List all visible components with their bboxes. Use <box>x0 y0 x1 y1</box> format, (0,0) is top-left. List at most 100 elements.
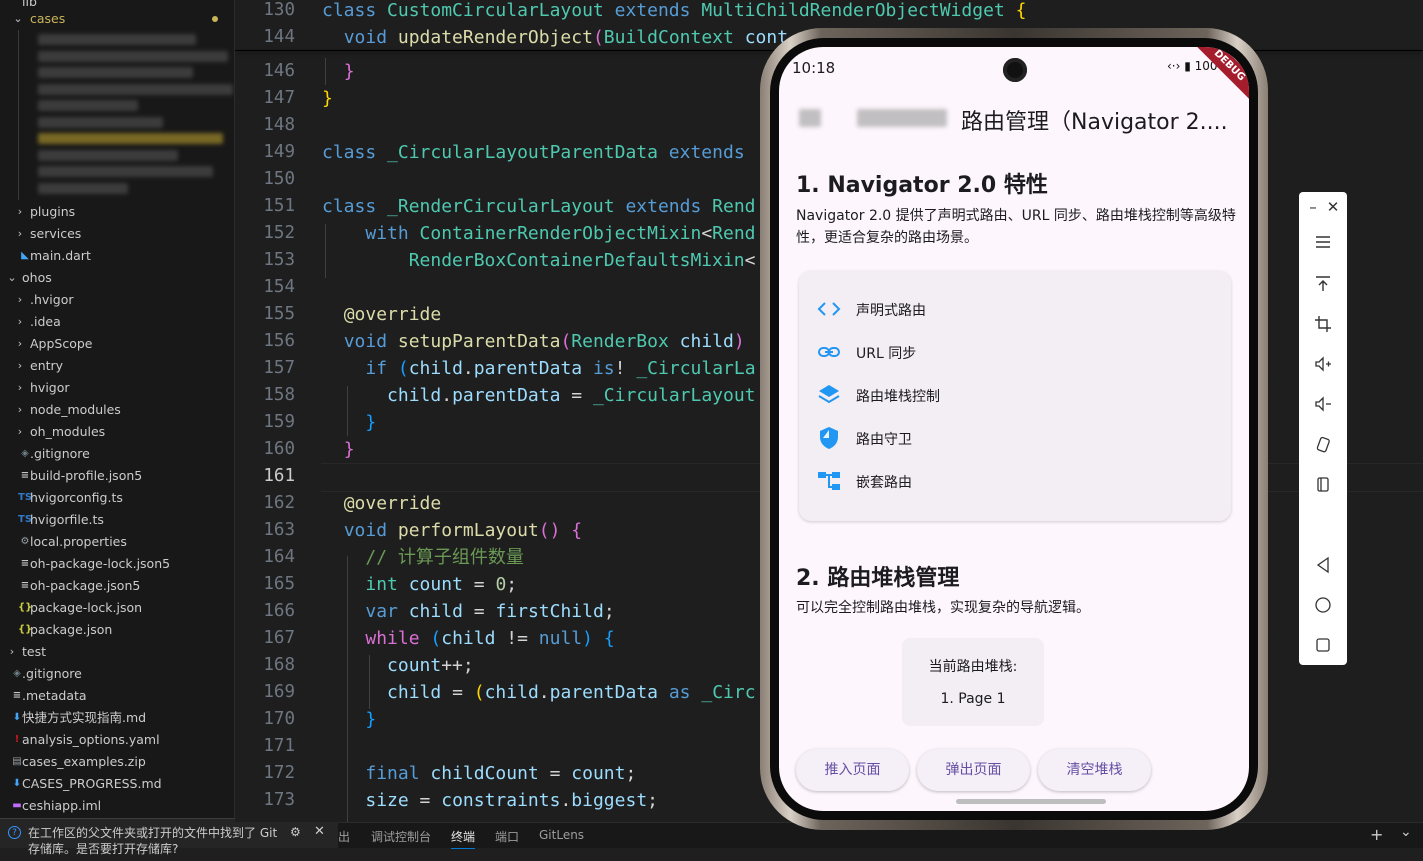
volume-up-icon[interactable] <box>1299 355 1347 373</box>
tree-folder[interactable]: ⌄ cases <box>0 8 234 30</box>
line-number: 171 <box>263 736 295 756</box>
tree-folder[interactable]: › entry <box>0 355 234 377</box>
tab-debug-console[interactable]: 调试控制台 <box>371 828 431 845</box>
code-line[interactable]: RenderBoxContainerDefaultsMixin< <box>322 247 756 274</box>
close-icon[interactable]: ✕ <box>1309 198 1357 216</box>
tree-file[interactable]: TS hvigorfile.ts <box>0 509 234 531</box>
pop-page-button[interactable]: 弹出页面 <box>917 749 1030 791</box>
tree-folder[interactable]: › node_modules <box>0 399 234 421</box>
code-line[interactable]: } <box>322 85 333 112</box>
code-token: biggest <box>571 790 648 811</box>
tree-file[interactable]: {} package.json <box>0 619 234 641</box>
clear-stack-button[interactable]: 清空堆栈 <box>1038 749 1151 791</box>
gear-icon[interactable]: ⚙ <box>290 825 301 839</box>
tab-output[interactable]: 出 <box>338 828 350 845</box>
fold-icon[interactable] <box>1299 475 1347 493</box>
blurred-file-entry <box>38 166 213 177</box>
tree-folder[interactable]: › test <box>0 641 234 663</box>
menu-icon[interactable] <box>1299 234 1347 250</box>
code-line[interactable]: while (child != null) { <box>322 625 614 652</box>
tab-ports[interactable]: 端口 <box>495 828 519 845</box>
code-line[interactable]: void updateRenderObject(BuildContext con… <box>322 24 788 51</box>
code-token: } <box>343 61 355 82</box>
code-line[interactable]: } <box>322 706 376 733</box>
tab-gitlens[interactable]: GitLens <box>539 828 584 842</box>
tree-file[interactable]: TS hvigorconfig.ts <box>0 487 234 509</box>
tree-file[interactable]: ◈ .gitignore <box>0 443 234 465</box>
home-icon[interactable] <box>1299 596 1347 614</box>
chevron-right-icon: › <box>17 425 23 438</box>
crop-icon[interactable] <box>1299 315 1347 333</box>
tree-folder[interactable]: › .idea <box>0 311 234 333</box>
code-line[interactable]: void performLayout() { <box>322 517 582 544</box>
tree-label: node_modules <box>30 402 121 417</box>
tree-folder[interactable]: › AppScope <box>0 333 234 355</box>
tree-folder[interactable]: › hvigor <box>0 377 234 399</box>
code-line[interactable]: @override <box>322 490 442 517</box>
tree-file[interactable]: ⚙ local.properties <box>0 531 234 553</box>
code-line[interactable]: int count = 0; <box>322 571 517 598</box>
code-line[interactable]: if (child.parentData is! _CircularLa <box>322 355 755 382</box>
tree-file[interactable]: ◈ .gitignore <box>0 663 234 685</box>
tree-file[interactable]: ≡ oh-package.json5 <box>0 575 234 597</box>
tree-folder[interactable]: › oh_modules <box>0 421 234 443</box>
code-line[interactable]: @override <box>322 301 442 328</box>
code-token: @override <box>343 493 442 514</box>
tree-label: package-lock.json <box>30 600 143 615</box>
code-line[interactable]: } <box>322 58 355 85</box>
code-line[interactable]: with ContainerRenderObjectMixin<Rend <box>322 220 756 247</box>
tree-file[interactable]: ⬇ CASES_PROGRESS.md <box>0 773 234 795</box>
chevron-right-icon: › <box>17 227 23 240</box>
code-line[interactable]: final childCount = count; <box>322 760 636 787</box>
code-line[interactable]: } <box>322 409 376 436</box>
code-line[interactable]: class CustomCircularLayout extends Multi… <box>322 0 1026 24</box>
code-line[interactable]: void setupParentData(RenderBox child) <box>322 328 745 355</box>
code-line[interactable]: var child = firstChild; <box>322 598 614 625</box>
line-number: 160 <box>263 439 295 459</box>
notification-text: 在工作区的父文件夹或打开的文件中找到了 Git 存储库。是否要打开存储库? <box>28 826 278 856</box>
code-line[interactable]: count++; <box>322 652 474 679</box>
push-page-button[interactable]: 推入页面 <box>796 749 909 791</box>
tree-file[interactable]: ▤ cases_examples.zip <box>0 751 234 773</box>
line-number: 154 <box>263 277 295 297</box>
code-line[interactable]: class _CircularLayoutParentData extends <box>322 139 745 166</box>
rotate-icon[interactable] <box>1299 435 1347 453</box>
back-icon[interactable] <box>1299 556 1347 574</box>
tree-folder[interactable]: › plugins <box>0 201 234 223</box>
code-token: Rend <box>712 223 756 244</box>
tree-folder[interactable]: › services <box>0 223 234 245</box>
back-button[interactable] <box>799 109 821 127</box>
tree-folder[interactable]: ⌄ ohos <box>0 267 234 289</box>
phone-screen[interactable]: 10:18 ‹·› ▮ 100 DEBUG 路由管理（Navigator 2..… <box>779 47 1249 811</box>
tree-label: entry <box>30 358 64 373</box>
chevron-down-icon[interactable]: ⌄ <box>1400 824 1412 840</box>
code-line[interactable]: size = constraints.biggest; <box>322 787 658 814</box>
code-line[interactable]: } <box>322 436 355 463</box>
tree-label: CASES_PROGRESS.md <box>22 776 162 791</box>
tree-file[interactable]: ◣ main.dart <box>0 245 234 267</box>
code-line[interactable]: child.parentData = _CircularLayout <box>322 382 756 409</box>
tree-file[interactable]: ≡ build-profile.json5 <box>0 465 234 487</box>
code-line[interactable]: // 计算子组件数量 <box>322 544 524 571</box>
tab-terminal[interactable]: 终端 <box>451 828 476 849</box>
tree-file[interactable]: ⬇ 快捷方式实现指南.md <box>0 707 234 729</box>
tree-file[interactable]: ≡ oh-package-lock.json5 <box>0 553 234 575</box>
add-terminal-icon[interactable]: + <box>1370 825 1383 844</box>
tree-file[interactable]: ! analysis_options.yaml <box>0 729 234 751</box>
tree-file[interactable]: ≡ .metadata <box>0 685 234 707</box>
close-icon[interactable]: ✕ <box>314 824 325 839</box>
code-line[interactable]: class _RenderCircularLayout extends Rend <box>322 193 756 220</box>
tree-folder[interactable]: › .hvigor <box>0 289 234 311</box>
code-token: _RenderCircularLayout <box>387 196 626 217</box>
code-line[interactable]: child = (child.parentData as _Circ <box>322 679 756 706</box>
tree-file[interactable]: ▬ ceshiapp.iml <box>0 795 234 817</box>
code-token: BuildContext <box>603 27 745 48</box>
code-token: with <box>365 223 420 244</box>
volume-down-icon[interactable] <box>1299 395 1347 413</box>
gesture-home-bar[interactable] <box>956 799 1106 804</box>
tree-file[interactable]: {} package-lock.json <box>0 597 234 619</box>
recents-icon[interactable] <box>1299 636 1347 654</box>
pin-top-icon[interactable] <box>1299 275 1347 293</box>
